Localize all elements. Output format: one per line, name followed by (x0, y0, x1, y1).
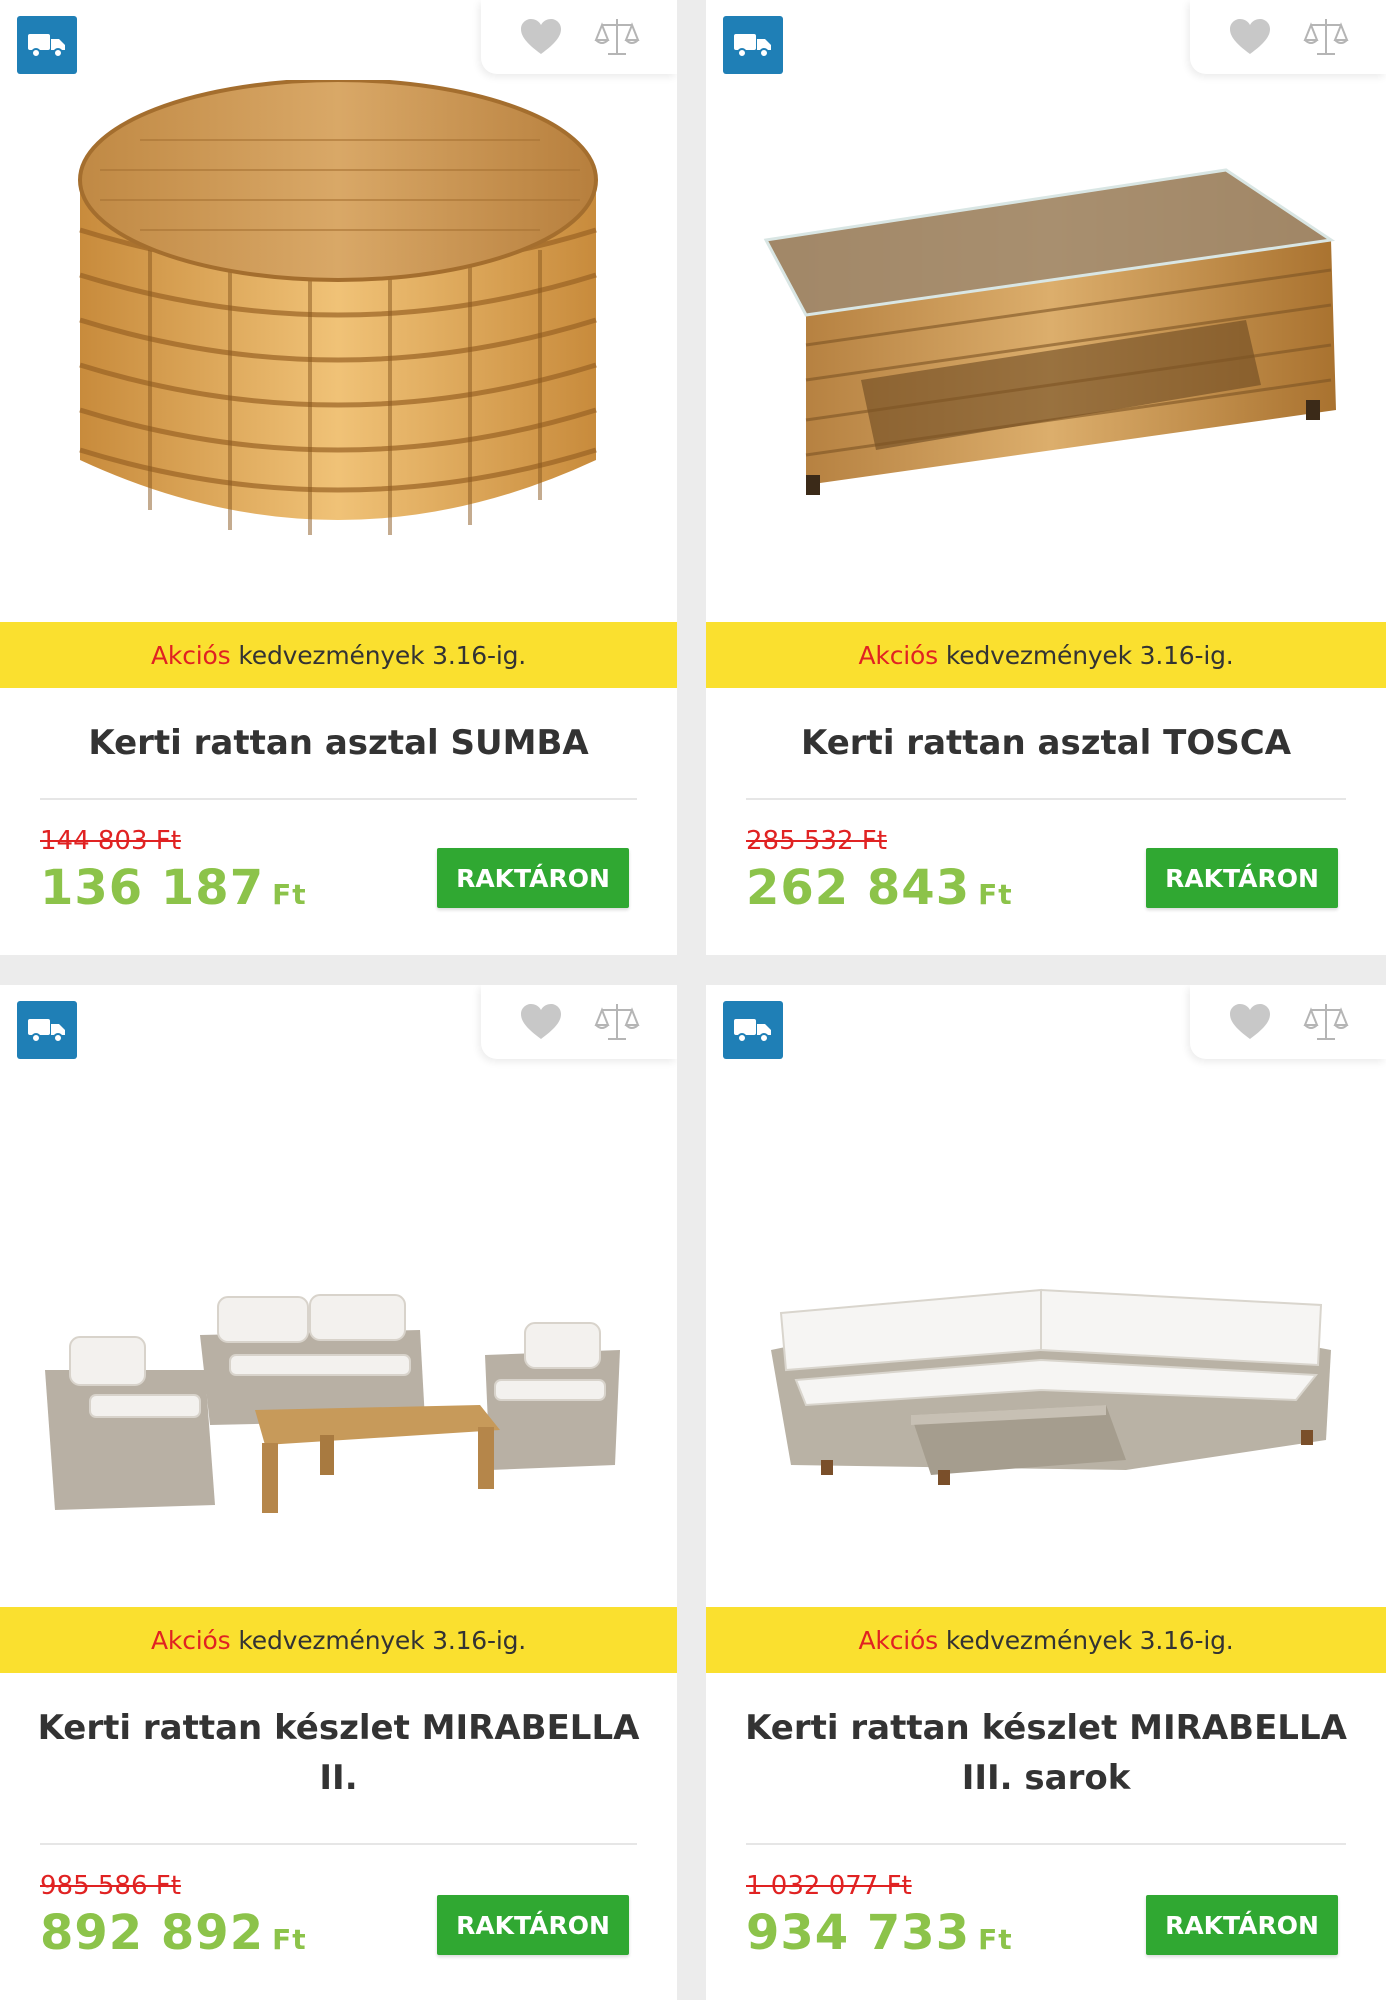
divider (40, 1843, 637, 1845)
scale-icon[interactable] (594, 1001, 640, 1043)
divider (40, 798, 637, 800)
heart-icon[interactable] (518, 1001, 564, 1043)
product-title[interactable]: Kerti rattan készlet MIRABELLA III. saro… (726, 1703, 1366, 1803)
product-image[interactable] (706, 1065, 1386, 1605)
scale-icon[interactable] (1303, 16, 1349, 58)
product-title[interactable]: Kerti rattan asztal SUMBA (20, 718, 657, 768)
price: 262 843 Ft (746, 860, 1013, 916)
stock-button[interactable]: RAKTÁRON (1146, 1895, 1338, 1955)
truck-icon (723, 1001, 783, 1059)
promo-banner: Akciós kedvezmények 3.16-ig. (706, 622, 1386, 688)
old-price: 1 032 077 Ft (746, 1871, 912, 1901)
product-card[interactable]: Akciós kedvezmények 3.16-ig. Kerti ratta… (0, 0, 677, 955)
price-value: 136 187 (40, 860, 265, 916)
old-price: 144 803 Ft (40, 826, 181, 856)
price-value: 934 733 (746, 1905, 971, 1961)
price: 892 892 Ft (40, 1905, 307, 1961)
price: 136 187 Ft (40, 860, 307, 916)
promo-banner: Akciós kedvezmények 3.16-ig. (0, 1607, 677, 1673)
price-value: 262 843 (746, 860, 971, 916)
divider (746, 798, 1346, 800)
product-image[interactable] (0, 1065, 677, 1605)
heart-icon[interactable] (1227, 16, 1273, 58)
promo-banner: Akciós kedvezmények 3.16-ig. (0, 622, 677, 688)
truck-icon (17, 16, 77, 74)
stock-button[interactable]: RAKTÁRON (1146, 848, 1338, 908)
promo-text: kedvezmények 3.16-ig. (238, 640, 526, 670)
product-image[interactable] (706, 80, 1386, 620)
product-title[interactable]: Kerti rattan asztal TOSCA (726, 718, 1366, 768)
currency: Ft (978, 1923, 1013, 1956)
scale-icon[interactable] (1303, 1001, 1349, 1043)
promo-highlight: Akciós (858, 1625, 939, 1655)
price: 934 733 Ft (746, 1905, 1013, 1961)
card-actions (481, 985, 677, 1059)
scale-icon[interactable] (594, 16, 640, 58)
old-price: 985 586 Ft (40, 1871, 181, 1901)
heart-icon[interactable] (518, 16, 564, 58)
promo-highlight: Akciós (151, 1625, 231, 1655)
product-card[interactable]: Akciós kedvezmények 3.16-ig. Kerti ratta… (706, 985, 1386, 2000)
currency: Ft (272, 878, 307, 911)
card-actions (481, 0, 677, 74)
product-card[interactable]: Akciós kedvezmények 3.16-ig. Kerti ratta… (706, 0, 1386, 955)
promo-highlight: Akciós (858, 640, 939, 670)
heart-icon[interactable] (1227, 1001, 1273, 1043)
product-image[interactable] (0, 80, 677, 620)
promo-text: kedvezmények 3.16-ig. (238, 1625, 526, 1655)
price-value: 892 892 (40, 1905, 265, 1961)
product-grid: Akciós kedvezmények 3.16-ig. Kerti ratta… (0, 0, 1386, 2000)
truck-icon (17, 1001, 77, 1059)
stock-button[interactable]: RAKTÁRON (437, 848, 629, 908)
truck-icon (723, 16, 783, 74)
product-card[interactable]: Akciós kedvezmények 3.16-ig. Kerti ratta… (0, 985, 677, 2000)
currency: Ft (272, 1923, 307, 1956)
currency: Ft (978, 878, 1013, 911)
card-actions (1190, 985, 1386, 1059)
promo-text: kedvezmények 3.16-ig. (945, 1625, 1234, 1655)
promo-text: kedvezmények 3.16-ig. (945, 640, 1234, 670)
old-price: 285 532 Ft (746, 826, 887, 856)
card-actions (1190, 0, 1386, 74)
stock-button[interactable]: RAKTÁRON (437, 1895, 629, 1955)
product-title[interactable]: Kerti rattan készlet MIRABELLA II. (20, 1703, 657, 1803)
promo-highlight: Akciós (151, 640, 231, 670)
divider (746, 1843, 1346, 1845)
promo-banner: Akciós kedvezmények 3.16-ig. (706, 1607, 1386, 1673)
